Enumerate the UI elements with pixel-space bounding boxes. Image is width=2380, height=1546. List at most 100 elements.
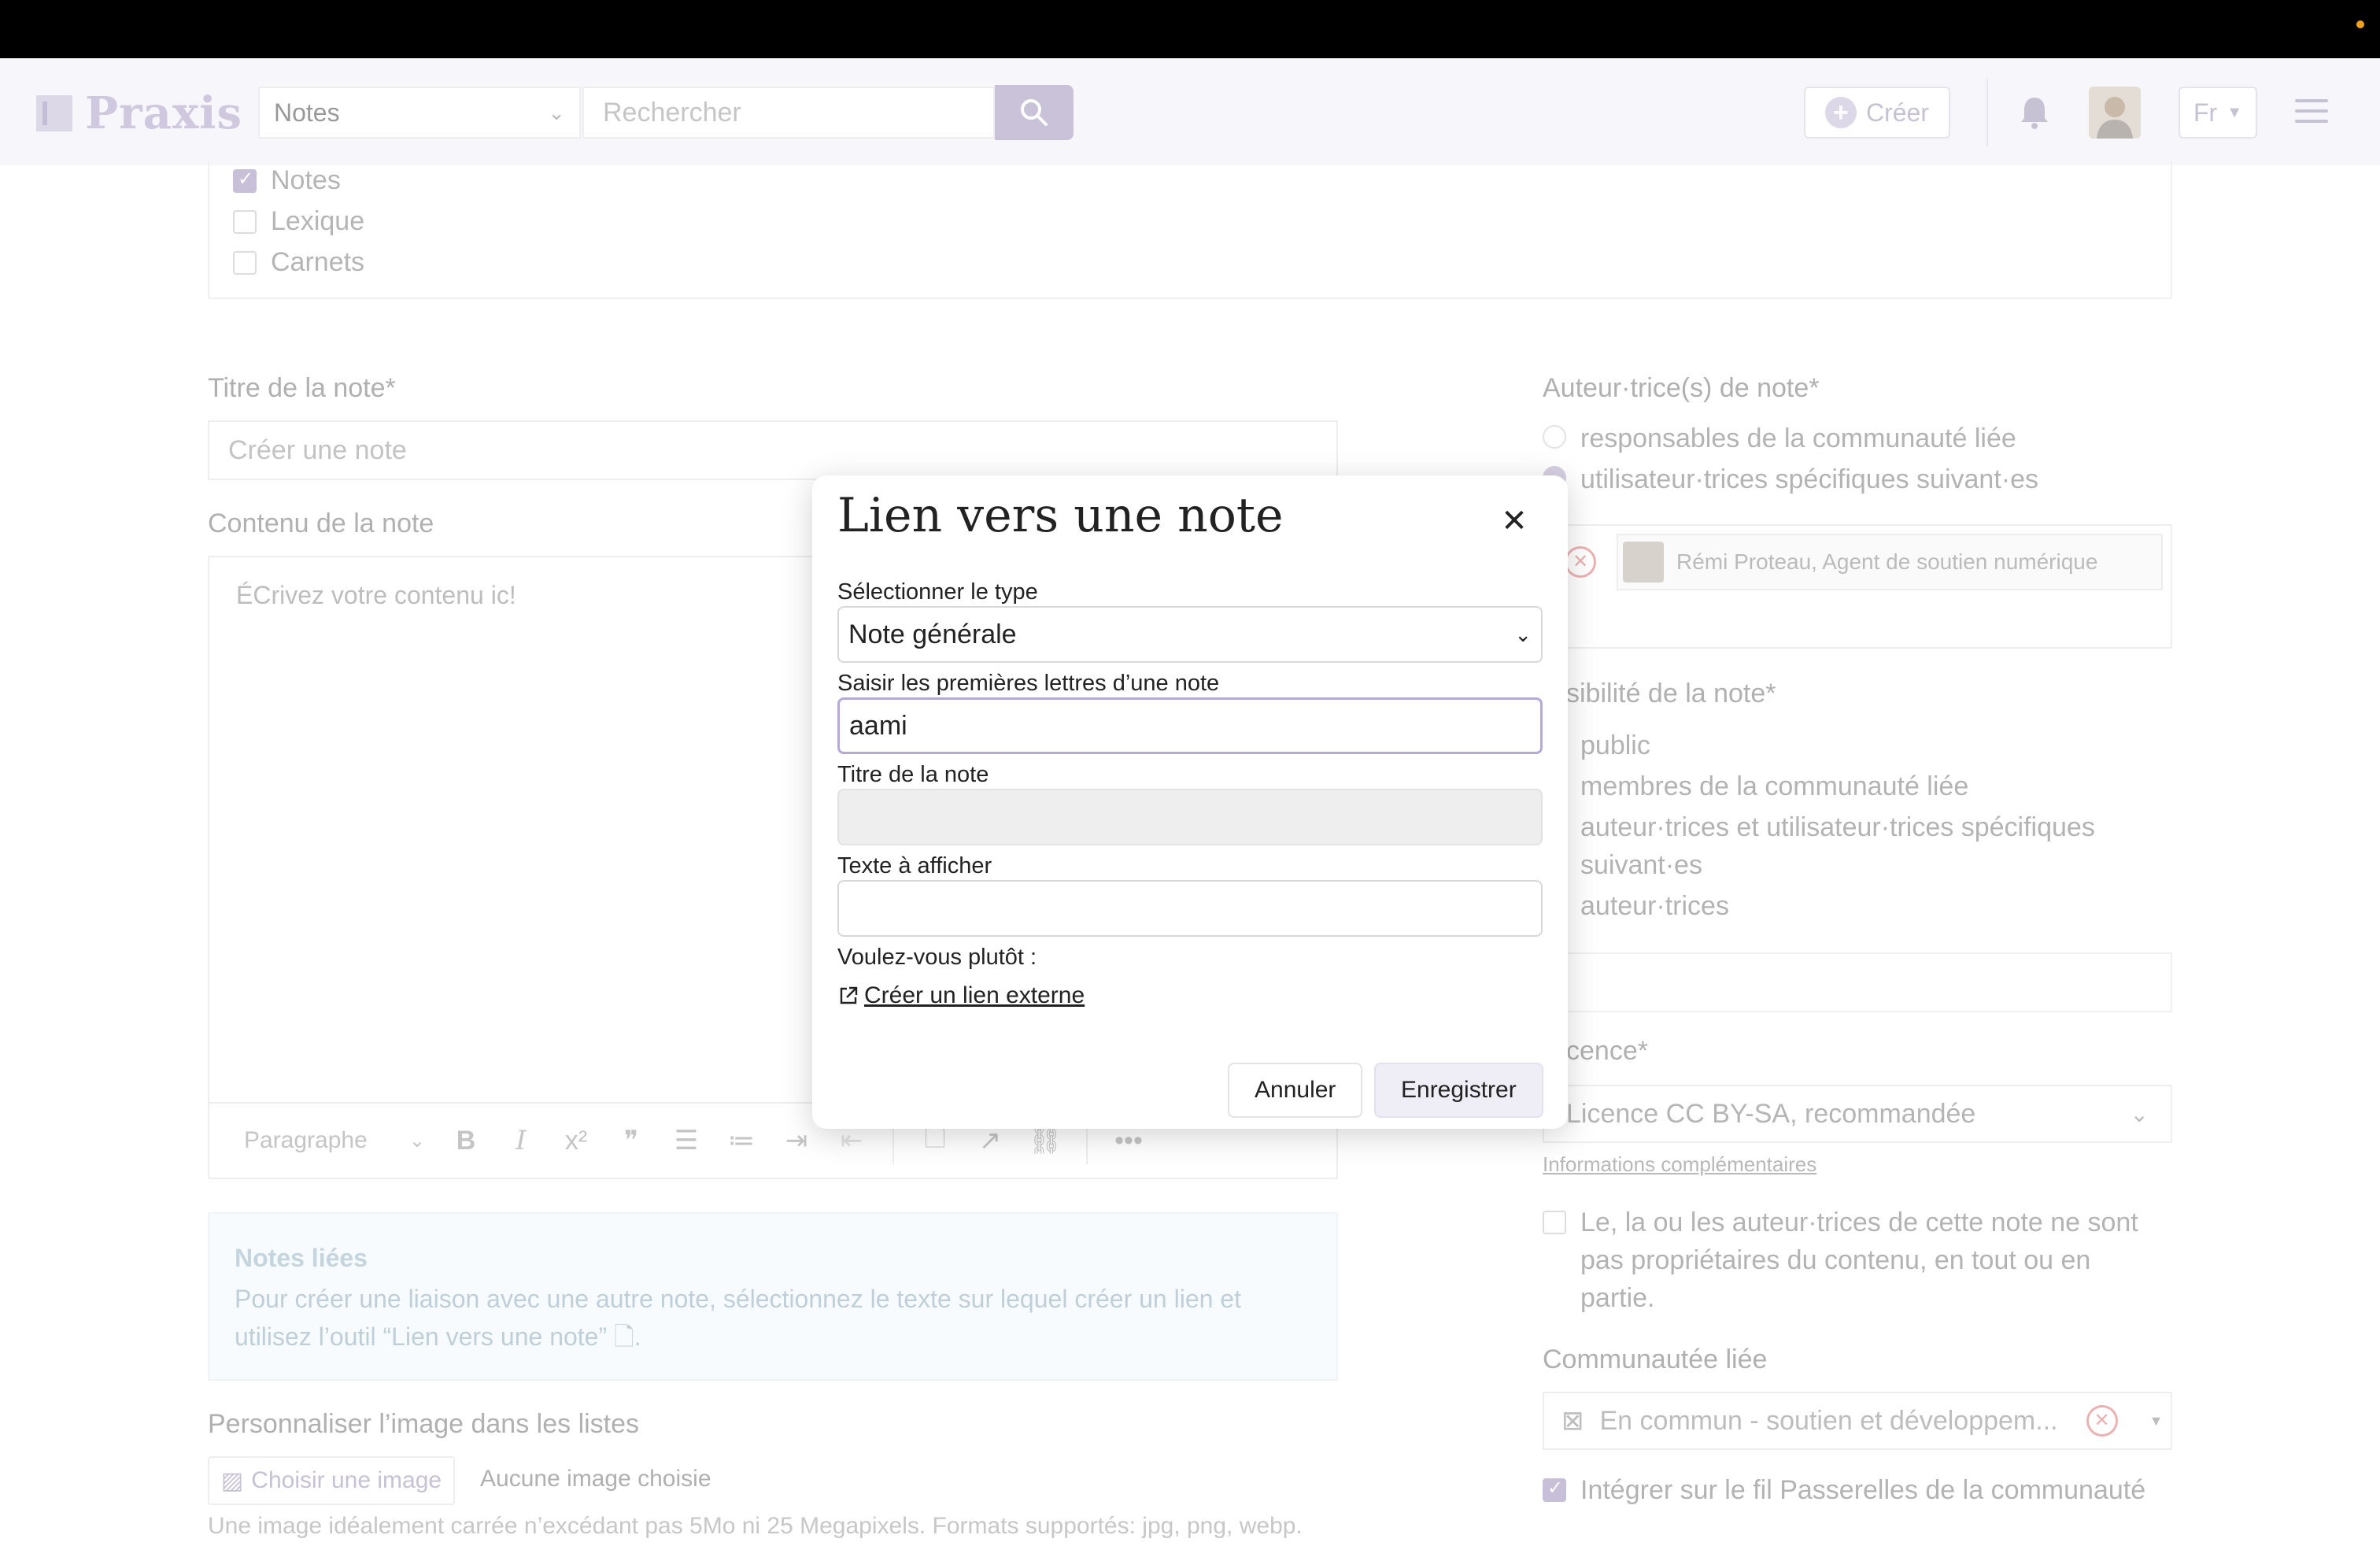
- create-label: Créer: [1865, 98, 1929, 127]
- outdent-icon[interactable]: ⇤: [837, 1126, 866, 1156]
- notifications-bell-icon[interactable]: [2015, 93, 2054, 132]
- search-icon: [1021, 99, 1048, 126]
- bold-icon[interactable]: B: [452, 1126, 480, 1156]
- more-options-icon[interactable]: •••: [1114, 1126, 1143, 1156]
- user-avatar[interactable]: [2089, 87, 2141, 139]
- search-scope-value: Notes: [274, 98, 340, 127]
- content-type-filter-card: [208, 161, 2172, 299]
- visibility-option[interactable]: public: [1580, 730, 1650, 761]
- filter-carnets[interactable]: Carnets: [233, 247, 364, 278]
- ownership-checkbox[interactable]: [1543, 1211, 1566, 1234]
- display-text-label: Texte à afficher: [837, 853, 992, 878]
- alt-prompt: Voulez-vous plutôt :: [837, 945, 1037, 970]
- remove-author-icon[interactable]: ✕: [1565, 546, 1596, 578]
- filter-lexique[interactable]: Lexique: [233, 206, 364, 237]
- os-menu-bar: [0, 0, 2380, 58]
- visibility-option[interactable]: membres de la communauté liée: [1580, 771, 1968, 802]
- licence-value: Licence CC BY-SA, recommandée: [1566, 1098, 1976, 1129]
- clear-community-icon[interactable]: ✕: [2086, 1405, 2118, 1437]
- header-divider: [1986, 79, 1988, 146]
- dialog-title: Lien vers une note: [837, 488, 1284, 543]
- note-content-label: Contenu de la note: [208, 509, 434, 538]
- block-type-value: Paragraphe: [244, 1127, 368, 1153]
- filter-notes[interactable]: Notes: [233, 165, 341, 196]
- note-title-placeholder: Créer une note: [228, 435, 407, 465]
- note-title-field: [837, 789, 1543, 845]
- bullet-list-icon[interactable]: ☰: [672, 1126, 700, 1156]
- external-link-icon[interactable]: ↗: [976, 1126, 1004, 1156]
- search-input[interactable]: Rechercher: [582, 87, 995, 139]
- authors-label: Auteur·trice(s) de note*: [1543, 373, 1820, 403]
- checkbox-icon[interactable]: [233, 250, 257, 275]
- close-icon[interactable]: ✕: [1497, 504, 1532, 538]
- licence-label: cence*: [1566, 1036, 1648, 1066]
- create-external-link[interactable]: Créer un lien externe: [837, 982, 1085, 1009]
- numbered-list-icon[interactable]: ≔: [727, 1126, 756, 1156]
- more-info-link[interactable]: Informations complémentaires: [1543, 1152, 1816, 1177]
- plus-circle-icon: +: [1824, 97, 1857, 128]
- community-value: En commun - soutien et développem...: [1599, 1405, 2058, 1436]
- logo[interactable]: Praxis: [36, 87, 243, 139]
- cancel-button[interactable]: Annuler: [1228, 1063, 1363, 1118]
- author-chip: Rémi Proteau, Agent de soutien numérique: [1617, 534, 2163, 590]
- ownership-text-line: partie.: [1580, 1283, 1655, 1313]
- licence-select[interactable]: Licence CC BY-SA, recommandée ⌄: [1543, 1085, 2172, 1143]
- image-icon: ▨: [220, 1467, 244, 1494]
- ownership-text-line: Le, la ou les auteur·trices de cette not…: [1580, 1208, 2138, 1237]
- block-type-select[interactable]: Paragraphe ⌄: [228, 1117, 425, 1164]
- integrate-label: Intégrer sur le fil Passerelles de la co…: [1580, 1475, 2146, 1505]
- logo-mark-icon: [36, 95, 72, 131]
- radio-community-managers[interactable]: [1543, 425, 1566, 449]
- visibility-users-box: [1566, 952, 2172, 1012]
- integrate-checkbox[interactable]: [1543, 1477, 1566, 1502]
- community-select[interactable]: ⊠ En commun - soutien et développem... ✕…: [1543, 1392, 2172, 1450]
- checkbox-icon[interactable]: [233, 209, 257, 234]
- display-text-input[interactable]: [837, 880, 1543, 937]
- italic-icon[interactable]: I: [507, 1125, 535, 1156]
- caret-down-icon: ▼: [2149, 1412, 2164, 1429]
- search-scope-select[interactable]: Notes ⌄: [258, 87, 581, 139]
- chevron-down-icon: ⌄: [2130, 1101, 2149, 1126]
- note-title-input[interactable]: Créer une note: [208, 420, 1338, 480]
- caret-down-icon: ▼: [2227, 103, 2242, 121]
- language-label: Fr: [2193, 98, 2218, 127]
- visibility-label: sibilité de la note*: [1566, 679, 1776, 708]
- linked-notes-title: Notes liées: [235, 1244, 368, 1272]
- note-title-label: Titre de la note*: [208, 373, 396, 403]
- note-type-select[interactable]: Note générale ⌄: [837, 606, 1543, 663]
- superscript-icon[interactable]: x²: [562, 1126, 590, 1156]
- create-button[interactable]: + Créer: [1804, 87, 1950, 139]
- note-link-icon[interactable]: 🗋: [921, 1123, 949, 1155]
- external-link-label: Créer un lien externe: [864, 982, 1085, 1008]
- search-note-label: Saisir les premières lettres d’une note: [837, 671, 1220, 696]
- image-status: Aucune image choisie: [480, 1466, 711, 1492]
- visibility-option[interactable]: auteur·trices: [1580, 891, 1729, 922]
- type-label: Sélectionner le type: [837, 579, 1038, 605]
- choose-image-button[interactable]: ▨ Choisir une image: [208, 1456, 455, 1505]
- blockquote-icon[interactable]: ❞: [617, 1126, 645, 1156]
- save-button[interactable]: Enregistrer: [1374, 1063, 1543, 1118]
- chevron-down-icon: ⌄: [548, 100, 565, 124]
- search-note-value: aami: [849, 710, 907, 741]
- logo-text: Praxis: [85, 87, 243, 139]
- recording-indicator-icon: [2356, 20, 2364, 28]
- image-hint: Une image idéalement carrée n’excédant p…: [208, 1513, 1303, 1539]
- unlink-icon[interactable]: ⛓: [1028, 1126, 1062, 1156]
- app-header: Praxis Notes ⌄ Rechercher + Créer Fr ▼: [0, 58, 2380, 165]
- indent-icon[interactable]: ⇥: [782, 1126, 811, 1156]
- filter-label: Notes: [271, 165, 341, 195]
- search-button[interactable]: [995, 85, 1074, 140]
- language-select[interactable]: Fr ▼: [2179, 87, 2257, 139]
- linked-notes-panel: Notes liées Pour créer une liaison avec …: [208, 1212, 1338, 1381]
- image-label: Personnaliser l’image dans les listes: [208, 1409, 640, 1439]
- linked-notes-description: Pour créer une liaison avec une autre no…: [235, 1285, 1241, 1351]
- linked-notes-text: Pour créer une liaison avec une autre no…: [235, 1280, 1321, 1356]
- visibility-option-cont: suivant·es: [1580, 850, 1702, 880]
- visibility-option[interactable]: auteur·trices et utilisateur·trices spéc…: [1580, 812, 2095, 843]
- linked-notes-text-end: .: [634, 1322, 641, 1351]
- menu-hamburger-icon[interactable]: [2295, 99, 2328, 124]
- search-note-input[interactable]: aami: [837, 697, 1543, 754]
- document-icon: 🗋: [614, 1322, 634, 1351]
- editor-placeholder: ÉCrivez votre contenu ic!: [236, 581, 516, 609]
- checkbox-checked-icon[interactable]: [233, 168, 257, 193]
